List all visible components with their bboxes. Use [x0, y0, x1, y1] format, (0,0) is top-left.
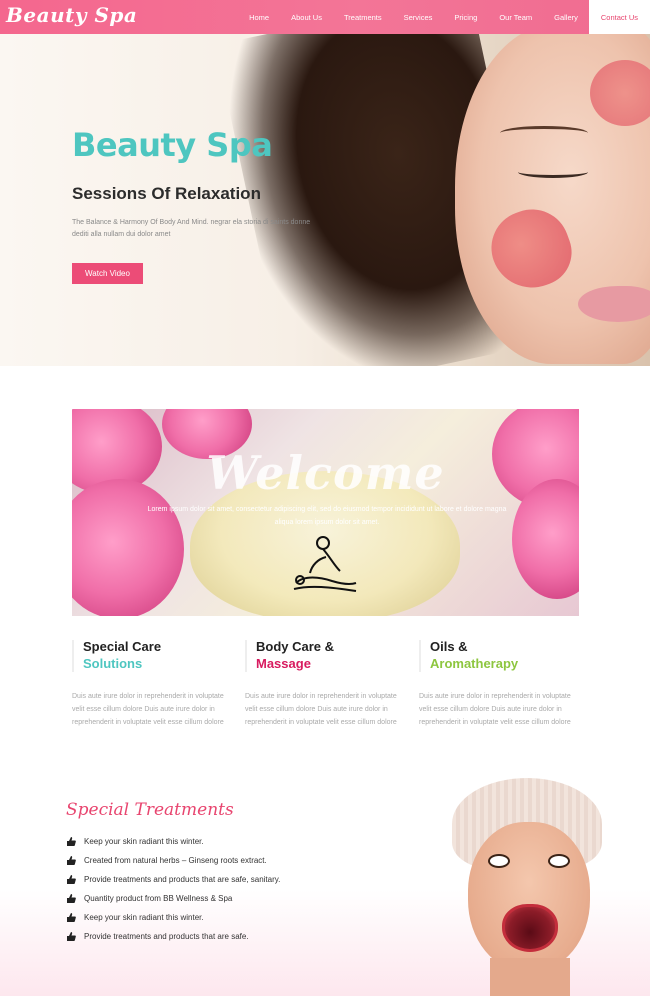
feature-highlight: Massage [256, 656, 311, 671]
thumbs-up-icon [67, 856, 76, 865]
feature-highlight: Aromatherapy [430, 656, 519, 671]
special-treatments-title: Special Treatments [66, 800, 234, 820]
nav-our-team[interactable]: Our Team [488, 0, 543, 34]
list-item-text: Keep your skin radiant this winter. [84, 837, 204, 846]
welcome-title: Welcome [206, 446, 445, 500]
list-item-text: Provide treatments and products that are… [84, 875, 281, 884]
nav-treatments[interactable]: Treatments [333, 0, 393, 34]
hero-lips [578, 286, 650, 322]
thumbs-up-icon [67, 894, 76, 903]
nav-pricing[interactable]: Pricing [443, 0, 488, 34]
hero-subtitle: Sessions Of Relaxation [72, 184, 261, 203]
feature-oils: Oils & Aromatherapy Duis aute irure dolo… [419, 638, 579, 729]
open-mouth [502, 904, 558, 952]
feature-highlight: Solutions [83, 656, 143, 671]
hero-title: Beauty Spa [72, 126, 273, 164]
treatments-list: Keep your skin radiant this winter. Crea… [66, 832, 280, 946]
woman-eye [488, 854, 510, 868]
nav-gallery[interactable]: Gallery [543, 0, 589, 34]
hero-brow [500, 126, 588, 140]
feature-title: Special Care [83, 639, 162, 654]
list-item: Created from natural herbs – Ginseng roo… [66, 851, 280, 870]
nav-contact-us[interactable]: Contact Us [588, 0, 650, 34]
watch-video-button[interactable]: Watch Video [72, 263, 143, 284]
feature-text: Duis aute irure dolor in reprehenderit i… [419, 693, 571, 726]
surprised-woman-image [440, 778, 610, 996]
feature-divider [72, 640, 74, 672]
thumbs-up-icon [67, 875, 76, 884]
hero-description: The Balance & Harmony Of Body And Mind. … [72, 219, 311, 238]
feature-text: Duis aute irure dolor in reprehenderit i… [72, 693, 224, 726]
nav-home[interactable]: Home [238, 0, 280, 34]
feature-title: Oils & [430, 639, 468, 654]
feature-divider [419, 640, 421, 672]
thumbs-up-icon [67, 913, 76, 922]
rose-petal-image [590, 60, 650, 126]
list-item: Keep your skin radiant this winter. [66, 908, 280, 927]
thumbs-up-icon [67, 837, 76, 846]
woman-neck [490, 958, 570, 996]
list-item-text: Quantity product from BB Wellness & Spa [84, 894, 233, 903]
list-item: Keep your skin radiant this winter. [66, 832, 280, 851]
woman-eye [548, 854, 570, 868]
top-navbar: Beauty Spa Home About Us Treatments Serv… [0, 0, 650, 34]
thumbs-up-icon [67, 932, 76, 941]
welcome-banner: Welcome Lorem ipsum dolor sit amet, cons… [72, 409, 579, 616]
main-menu: Home About Us Treatments Services Pricin… [238, 0, 650, 34]
list-item: Quantity product from BB Wellness & Spa [66, 889, 280, 908]
feature-body-care: Body Care & Massage Duis aute irure dolo… [245, 638, 405, 729]
list-item-text: Created from natural herbs – Ginseng roo… [84, 856, 267, 865]
feature-special-care: Special Care Solutions Duis aute irure d… [72, 638, 232, 729]
hero-closed-eye [518, 166, 588, 178]
massage-icon [293, 536, 357, 592]
list-item: Provide treatments and products that are… [66, 927, 280, 946]
nav-services[interactable]: Services [393, 0, 444, 34]
nav-about-us[interactable]: About Us [280, 0, 333, 34]
feature-divider [245, 640, 247, 672]
welcome-text: Lorem ipsum dolor sit amet, consectetur … [147, 506, 507, 526]
feature-text: Duis aute irure dolor in reprehenderit i… [245, 693, 397, 726]
site-logo[interactable]: Beauty Spa [6, 3, 137, 27]
feature-title: Body Care & [256, 639, 335, 654]
list-item: Provide treatments and products that are… [66, 870, 280, 889]
list-item-text: Provide treatments and products that are… [84, 932, 249, 941]
list-item-text: Keep your skin radiant this winter. [84, 913, 204, 922]
